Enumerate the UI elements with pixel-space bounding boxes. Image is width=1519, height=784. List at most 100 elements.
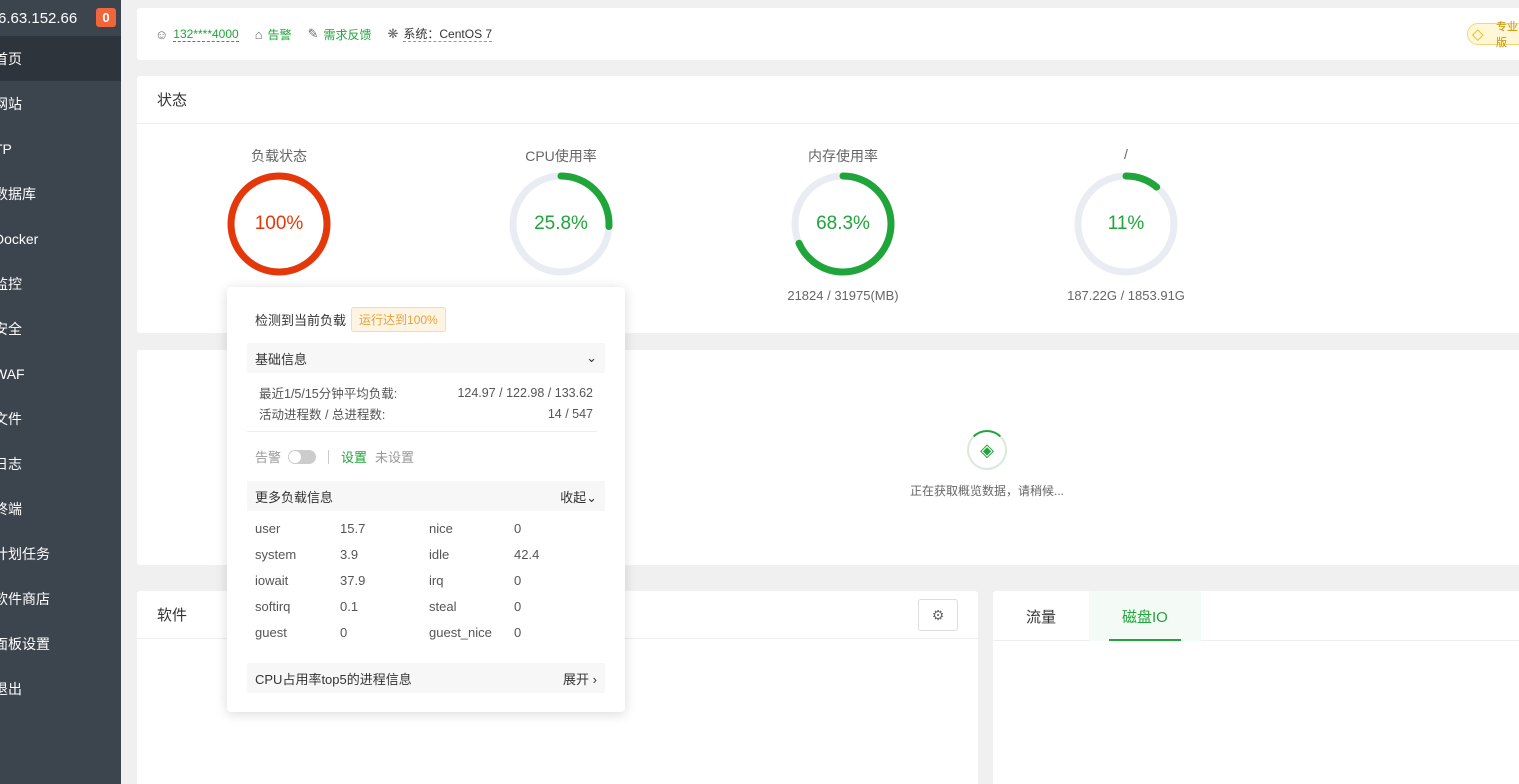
server-ip[interactable]: 6.63.152.66 bbox=[0, 10, 77, 27]
sidebar-item-store[interactable]: 软件商店 bbox=[0, 576, 121, 621]
more-load-info-header[interactable]: 更多负载信息 收起⌄ bbox=[247, 481, 605, 511]
stat-value: 0 bbox=[514, 598, 522, 614]
alarm-setting-row: 告警 设置 未设置 bbox=[255, 447, 414, 466]
gauge-sub: 21824 / 31975(MB) bbox=[787, 288, 899, 303]
stat-value: 42.4 bbox=[514, 546, 540, 562]
table-row: system 3.9 idle 42.4 bbox=[255, 541, 595, 567]
sidebar-item-ftp[interactable]: TP bbox=[0, 126, 121, 171]
alarm-settings-link[interactable]: 设置 bbox=[341, 447, 367, 466]
process-count-value: 14 / 547 bbox=[547, 406, 593, 421]
sidebar-item-monitor[interactable]: 监控 bbox=[0, 261, 121, 306]
stat-key: guest bbox=[255, 624, 287, 640]
alarm-link[interactable]: ⌂ 告警 bbox=[255, 26, 292, 43]
gauge-value: 11% bbox=[1107, 213, 1145, 234]
divider bbox=[247, 431, 597, 432]
sidebar-item-label: 软件商店 bbox=[0, 590, 50, 607]
sidebar-item-label: 安全 bbox=[0, 320, 22, 337]
alarm-unset-status: 未设置 bbox=[375, 450, 415, 465]
gauge-cpu[interactable]: CPU使用率 25.8% bbox=[461, 146, 661, 278]
sidebar-item-security[interactable]: 安全 bbox=[0, 306, 121, 351]
load-status-tag: 运行达到100% bbox=[351, 307, 446, 332]
edit-icon: ✎ bbox=[307, 26, 319, 41]
user-icon: ☺ bbox=[155, 26, 169, 42]
status-title: 状态 bbox=[137, 76, 1519, 124]
system-info[interactable]: ❋ 系统：CentOS 7 bbox=[387, 26, 493, 42]
diamond-icon: ◇ bbox=[1472, 26, 1484, 43]
top5-process-header[interactable]: CPU占用率top5的进程信息 展开 › bbox=[247, 663, 605, 693]
collapse-button[interactable]: 收起⌄ bbox=[560, 487, 597, 506]
tab-traffic[interactable]: 流量 bbox=[993, 591, 1089, 641]
sidebar-item-home[interactable]: 首页 bbox=[0, 36, 121, 81]
stat-key: steal bbox=[429, 598, 457, 614]
sidebar-item-label: 终端 bbox=[0, 500, 22, 517]
home-alarm-icon: ⌂ bbox=[254, 26, 263, 42]
user-account[interactable]: ☺ 132****4000 bbox=[155, 27, 239, 42]
gear-icon: ⚙ bbox=[931, 606, 945, 623]
process-count-row: 活动进程数 / 总进程数: 14 / 547 bbox=[259, 403, 593, 424]
gauge-ring: 25.8% bbox=[507, 170, 615, 278]
sidebar-item-label: 日志 bbox=[0, 455, 22, 472]
sidebar-item-logout[interactable]: 退出 bbox=[0, 666, 121, 711]
stat-value: 3.9 bbox=[340, 546, 359, 562]
gauge-load[interactable]: 负载状态 100% bbox=[179, 146, 379, 278]
alarm-toggle[interactable] bbox=[288, 449, 317, 464]
basic-info-header[interactable]: 基础信息 ⌄ bbox=[247, 343, 605, 373]
sidebar-item-files[interactable]: 文件 bbox=[0, 396, 121, 441]
stat-value: 0 bbox=[514, 624, 522, 640]
sidebar-item-cron[interactable]: 计划任务 bbox=[0, 531, 121, 576]
sidebar-item-docker[interactable]: Docker bbox=[0, 216, 121, 261]
stat-key: guest_nice bbox=[429, 624, 492, 640]
sidebar-item-label: Docker bbox=[0, 230, 39, 247]
stat-value: 15.7 bbox=[340, 520, 366, 536]
popup-header: 检测到当前负载 运行达到100% bbox=[255, 307, 446, 332]
stat-key: nice bbox=[429, 520, 453, 536]
system-label: 系统：CentOS 7 bbox=[403, 26, 493, 42]
sidebar-item-label: 退出 bbox=[0, 680, 22, 697]
gauge-sub: 187.22G / 1853.91G bbox=[1067, 288, 1185, 303]
load-average-value: 124.97 / 122.98 / 133.62 bbox=[457, 385, 593, 400]
sidebar-item-label: 面板设置 bbox=[0, 635, 50, 652]
gauge-disk[interactable]: / 11% 187.22G / 1853.91G bbox=[1026, 146, 1226, 303]
chevron-right-icon: › bbox=[592, 671, 597, 687]
basic-info-title: 基础信息 bbox=[255, 351, 308, 367]
gauge-label: CPU使用率 bbox=[525, 148, 597, 164]
stat-value: 0.1 bbox=[340, 598, 359, 614]
stat-value: 0 bbox=[340, 624, 348, 640]
pro-edition-badge[interactable]: ◇ 专业版 bbox=[1467, 21, 1519, 49]
pro-edition-label: 专业版 bbox=[1496, 21, 1518, 49]
more-load-info-title: 更多负载信息 bbox=[255, 489, 334, 505]
gauge-value: 68.3% bbox=[816, 213, 870, 234]
sidebar-item-logs[interactable]: 日志 bbox=[0, 441, 121, 486]
sidebar-item-label: 首页 bbox=[0, 50, 22, 67]
table-row: guest 0 guest_nice 0 bbox=[255, 619, 595, 645]
gauge-memory[interactable]: 内存使用率 68.3% 21824 / 31975(MB) bbox=[743, 146, 943, 303]
sidebar: 6.63.152.66 0 首页 网站 TP 数据库 Docker 监控 安全 … bbox=[0, 0, 121, 784]
collapse-label: 收起 bbox=[560, 489, 587, 505]
sidebar-item-waf[interactable]: WAF bbox=[0, 351, 121, 396]
loading-text: 正在获取概览数据，请稍候... bbox=[909, 484, 1064, 498]
feedback-label: 需求反馈 bbox=[323, 27, 372, 42]
load-average-row: 最近1/5/15分钟平均负载: 124.97 / 122.98 / 133.62 bbox=[259, 382, 593, 403]
stat-key: idle bbox=[429, 546, 450, 562]
expand-button[interactable]: 展开 › bbox=[563, 669, 597, 688]
tab-disk-io[interactable]: 磁盘IO bbox=[1089, 591, 1201, 641]
user-phone[interactable]: 132****4000 bbox=[173, 27, 239, 42]
notification-badge[interactable]: 0 bbox=[96, 8, 116, 27]
cpu-stats-grid: user 15.7 nice 0 system 3.9 idle 42.4 io… bbox=[255, 515, 595, 645]
sidebar-item-label: TP bbox=[0, 140, 12, 157]
sidebar-item-label: 文件 bbox=[0, 410, 22, 427]
sidebar-item-settings[interactable]: 面板设置 bbox=[0, 621, 121, 666]
stat-key: irq bbox=[429, 572, 444, 588]
sidebar-item-database[interactable]: 数据库 bbox=[0, 171, 121, 216]
gauge-ring: 68.3% bbox=[789, 170, 897, 278]
sidebar-item-website[interactable]: 网站 bbox=[0, 81, 121, 126]
loading-spinner-icon: ◈ bbox=[967, 430, 1007, 470]
sidebar-item-label: 计划任务 bbox=[0, 545, 50, 562]
sidebar-item-terminal[interactable]: 终端 bbox=[0, 486, 121, 531]
process-count-label: 活动进程数 / 总进程数: bbox=[259, 408, 386, 422]
software-settings-button[interactable]: ⚙ bbox=[918, 599, 958, 631]
feedback-link[interactable]: ✎ 需求反馈 bbox=[308, 26, 372, 43]
gauge-ring: 100% bbox=[225, 170, 333, 278]
gauge-value: 25.8% bbox=[534, 213, 588, 234]
gauge-value: 100% bbox=[254, 213, 304, 234]
